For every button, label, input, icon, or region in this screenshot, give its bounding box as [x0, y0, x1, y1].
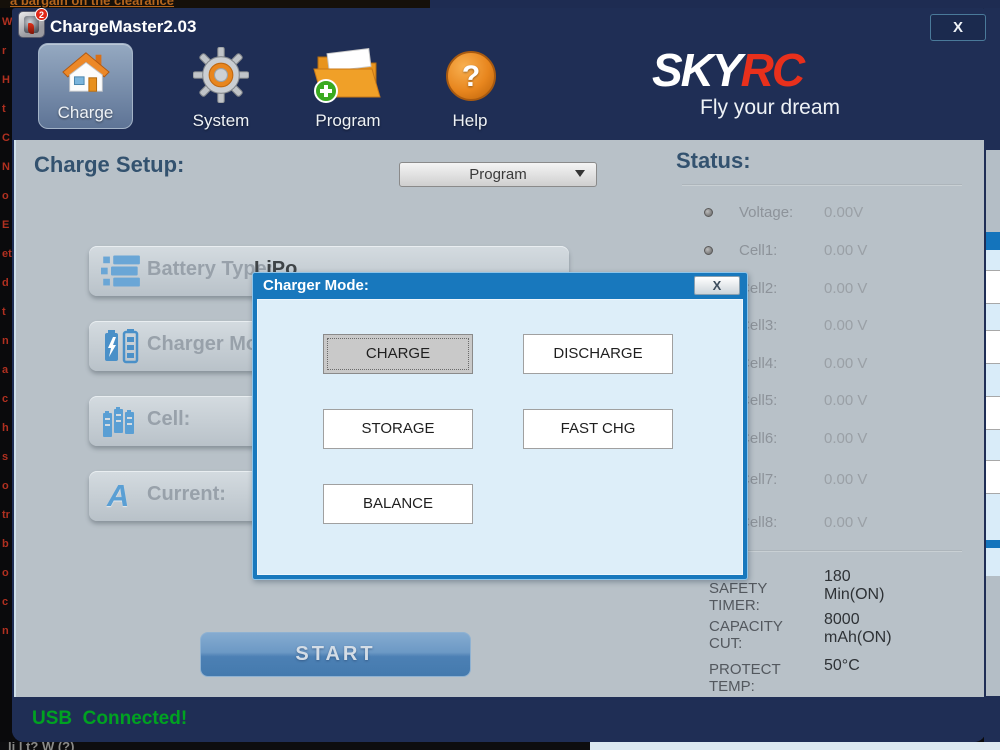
status-value: 0.00V: [824, 204, 863, 221]
background-window-titlebar: ChargeMaster2.03: [430, 0, 1000, 8]
nav-tab-label: Charge: [39, 103, 132, 123]
nav-tab-label: Program: [288, 111, 408, 131]
charge-setup-heading: Charge Setup:: [34, 152, 184, 178]
background-window-sliver: [984, 8, 1000, 750]
dialog-title: Charger Mode:: [263, 277, 369, 294]
charge-mode-button[interactable]: CHARGE: [323, 334, 473, 374]
nav-tab-system[interactable]: System: [166, 43, 276, 133]
window-title: ChargeMaster2.03: [50, 17, 196, 37]
logo-tagline: Fly your dream: [700, 96, 932, 120]
background-window-bottom: [590, 742, 1000, 750]
setting-value: 50°C: [824, 657, 860, 675]
gear-icon: [193, 47, 249, 103]
setting-value: 180 Min(ON): [824, 568, 884, 604]
status-label: Voltage:: [739, 204, 793, 221]
logo-rc: RC: [741, 44, 803, 96]
divider: [682, 184, 962, 186]
status-label: Cell1:: [739, 242, 777, 259]
background-left-edge: WrHtCNoEetdtnachsotrbocn: [0, 8, 12, 750]
background-window-top-edge: a bargain on the clearance ChargeMaster2…: [0, 0, 1000, 8]
status-heading: Status:: [676, 148, 751, 174]
dialog-close-button[interactable]: X: [694, 276, 740, 295]
nav-tab-help[interactable]: ? Help: [420, 43, 520, 133]
background-bottom-edge: li l t? W (?): [0, 742, 1000, 750]
logo-sky: SKY: [652, 44, 741, 96]
cell-label: Cell:: [147, 408, 190, 431]
background-text-fragment: a bargain on the clearance: [10, 0, 174, 8]
nav-tab-charge[interactable]: Charge: [38, 43, 133, 129]
storage-mode-button[interactable]: STORAGE: [323, 409, 473, 449]
status-value: 0.00 V: [824, 242, 867, 259]
status-led: [704, 208, 713, 217]
nav-tab-label: System: [166, 111, 276, 131]
usb-status-text: USB Connected!: [32, 708, 187, 730]
fast-chg-mode-button[interactable]: FAST CHG: [523, 409, 673, 449]
setting-label: SAFETY TIMER:: [709, 580, 767, 614]
start-button[interactable]: START: [200, 632, 471, 677]
setting-label: CAPACITY CUT:: [709, 618, 783, 652]
status-led: [704, 246, 713, 255]
chevron-down-icon: [575, 170, 585, 177]
discharge-mode-button[interactable]: DISCHARGE: [523, 334, 673, 374]
skyrc-logo: SKYRC Fly your dream: [652, 46, 932, 126]
house-icon: [61, 50, 111, 96]
charger-mode-dialog: Charger Mode: X CHARGE DISCHARGE STORAGE…: [252, 272, 748, 580]
status-value: 0.00 V: [824, 317, 867, 334]
status-value: 0.00 V: [824, 280, 867, 297]
status-value: 0.00 V: [824, 392, 867, 409]
program-dropdown[interactable]: Program: [399, 162, 597, 187]
status-row-cell1: Cell1: 0.00 V: [676, 242, 976, 262]
charger-mode-icon: [101, 328, 141, 364]
question-mark-icon: ?: [446, 51, 496, 101]
cell-count-icon: [101, 403, 141, 439]
status-value: 0.00 V: [824, 514, 867, 531]
window-close-button[interactable]: X: [930, 14, 986, 41]
current-label: Current:: [147, 483, 226, 506]
status-bar: USB Connected!: [12, 697, 986, 742]
status-value: 0.00 V: [824, 355, 867, 372]
ampere-icon: A: [101, 478, 141, 514]
nav-tab-label: Help: [420, 111, 520, 131]
setting-label: PROTECT TEMP:: [709, 661, 780, 695]
status-value: 0.00 V: [824, 471, 867, 488]
app-icon-badge: 2: [35, 8, 48, 21]
nav-tab-program[interactable]: Program: [288, 43, 408, 133]
status-row-voltage: Voltage: 0.00V: [676, 204, 976, 224]
app-icon-flame: [28, 23, 34, 34]
balance-mode-button[interactable]: BALANCE: [323, 484, 473, 524]
folder-plus-icon: [310, 45, 386, 105]
battery-type-icon: [101, 253, 141, 289]
program-dropdown-value: Program: [469, 166, 527, 183]
background-text-fragment: li l t? W (?): [8, 742, 74, 750]
app-icon: 2: [18, 11, 45, 38]
status-value: 0.00 V: [824, 430, 867, 447]
setting-value: 8000 mAh(ON): [824, 611, 892, 647]
